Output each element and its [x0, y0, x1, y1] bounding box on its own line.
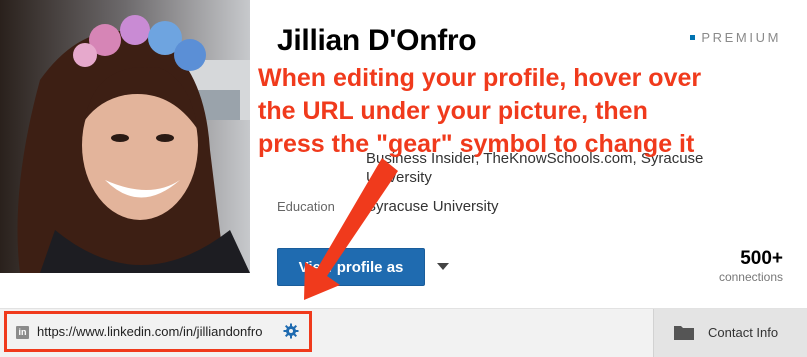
- connections-count: 500+: [740, 248, 783, 269]
- premium-label: PREMIUM: [701, 30, 781, 45]
- past-positions-tail: University: [366, 169, 432, 186]
- contact-info-button[interactable]: Contact Info: [653, 309, 807, 357]
- folder-icon: [674, 326, 694, 340]
- profile-name: Jillian D'Onfro: [277, 24, 477, 57]
- public-url-bar[interactable]: in https://www.linkedin.com/in/jilliando…: [4, 311, 312, 352]
- connections-label: connections: [718, 270, 783, 284]
- education-label: Education: [277, 199, 335, 214]
- profile-photo: [0, 0, 250, 273]
- gear-icon[interactable]: [283, 323, 299, 339]
- education-value: Syracuse University: [366, 198, 499, 215]
- premium-square-icon: [690, 35, 696, 40]
- view-profile-dropdown-icon[interactable]: [437, 263, 449, 270]
- contact-info-label: Contact Info: [708, 325, 779, 340]
- annotation-text: When editing your profile, hover over th…: [258, 64, 702, 158]
- public-profile-url[interactable]: https://www.linkedin.com/in/jilliandonfr…: [37, 324, 262, 339]
- premium-badge: PREMIUM: [690, 30, 781, 45]
- linkedin-icon: in: [16, 326, 29, 339]
- view-profile-as-button[interactable]: View profile as: [277, 248, 425, 286]
